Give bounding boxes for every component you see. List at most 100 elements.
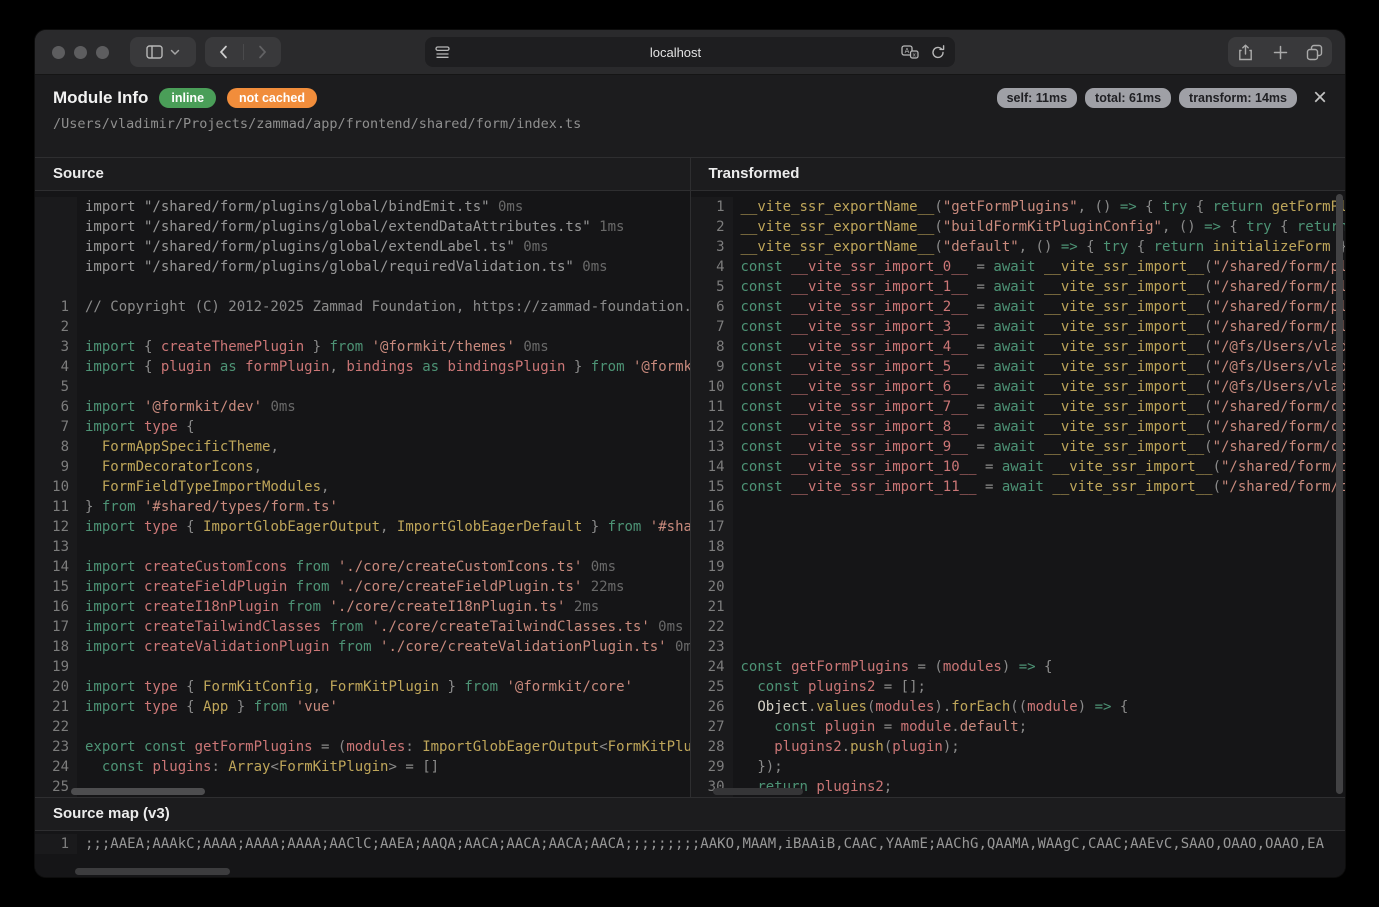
line-number: 25: [35, 777, 77, 797]
sourcemap-horizontal-scrollbar[interactable]: [75, 868, 230, 875]
line-number: 4: [35, 357, 77, 377]
line-number: 17: [691, 517, 733, 537]
chevron-down-icon: [170, 49, 180, 56]
window-controls: [52, 46, 109, 59]
code-line: 25 const plugins2 = [];: [691, 677, 1346, 697]
code-line: 18import createValidationPlugin from './…: [35, 637, 690, 657]
sidebar-icon: [146, 45, 163, 59]
code-line: 19: [35, 657, 690, 677]
translate-icon[interactable]: A x: [901, 45, 919, 59]
code-line: 17import createTailwindClasses from './c…: [35, 617, 690, 637]
line-number: 29: [691, 757, 733, 777]
address-bar[interactable]: localhost A x: [425, 37, 955, 67]
code-line: 5const __vite_ssr_import_1__ = await __v…: [691, 277, 1346, 297]
reload-icon[interactable]: [931, 45, 945, 60]
reader-icon[interactable]: [435, 46, 450, 59]
sourcemap-section: Source map (v3) 1 ;;;AAEA;AAAkC;AAAA;AAA…: [35, 797, 1345, 877]
code-line: 18: [691, 537, 1346, 557]
code-line: 1 ;;;AAEA;AAAkC;AAAA;AAAA;AAAA;AAClC;AAE…: [35, 834, 1345, 854]
code-line: 21: [691, 597, 1346, 617]
code-line: 20import type { FormKitConfig, FormKitPl…: [35, 677, 690, 697]
back-icon: [219, 45, 228, 59]
code-line: 4const __vite_ssr_import_0__ = await __v…: [691, 257, 1346, 277]
show-tabs-button[interactable]: [1297, 37, 1332, 67]
code-line: 11const __vite_ssr_import_7__ = await __…: [691, 397, 1346, 417]
transformed-horizontal-scrollbar[interactable]: [713, 788, 803, 795]
code-line: 16: [691, 497, 1346, 517]
sourcemap-mappings: ;;;AAEA;AAAkC;AAAA;AAAA;AAAA;AAClC;AAEA;…: [77, 834, 1324, 854]
line-number: 10: [691, 377, 733, 397]
line-number: 23: [691, 637, 733, 657]
line-number: 14: [691, 457, 733, 477]
page-title: Module Info: [53, 88, 148, 108]
module-info-header: Module Info inlinenot cached self: 11mst…: [35, 75, 1345, 157]
line-number: 22: [35, 717, 77, 737]
source-code[interactable]: import "/shared/form/plugins/global/bind…: [35, 191, 690, 797]
line-number: 11: [691, 397, 733, 417]
timing-badge: transform: 14ms: [1179, 88, 1297, 108]
code-line: 2: [35, 317, 690, 337]
url-text[interactable]: localhost: [450, 45, 901, 60]
sidebar-toggle-button[interactable]: [130, 37, 196, 67]
traffic-light-zoom[interactable]: [96, 46, 109, 59]
sourcemap-code[interactable]: 1 ;;;AAEA;AAAkC;AAAA;AAAA;AAAA;AAClC;AAE…: [35, 831, 1345, 877]
code-line: 7const __vite_ssr_import_3__ = await __v…: [691, 317, 1346, 337]
line-number: 19: [35, 657, 77, 677]
back-button[interactable]: [205, 37, 243, 67]
code-line: 21import type { App } from 'vue': [35, 697, 690, 717]
transformed-code[interactable]: 1__vite_ssr_exportName__("getFormPlugins…: [691, 191, 1346, 797]
toolbar-right-buttons: [1228, 37, 1332, 67]
code-line: 3__vite_ssr_exportName__("default", () =…: [691, 237, 1346, 257]
line-number: 10: [35, 477, 77, 497]
close-icon[interactable]: ×: [1313, 88, 1327, 108]
code-line: 29 });: [691, 757, 1346, 777]
line-number: 16: [691, 497, 733, 517]
line-number: 1: [35, 834, 77, 854]
badge-inline: inline: [159, 88, 216, 108]
code-line: 9 FormDecoratorIcons,: [35, 457, 690, 477]
line-number: 7: [35, 417, 77, 437]
line-number: 6: [35, 397, 77, 417]
line-number: 28: [691, 737, 733, 757]
line-number: 5: [691, 277, 733, 297]
line-number: 20: [691, 577, 733, 597]
source-horizontal-scrollbar[interactable]: [71, 788, 205, 795]
transformed-panel: Transformed 1__vite_ssr_exportName__("ge…: [690, 158, 1346, 797]
transformed-panel-title: Transformed: [691, 158, 1346, 191]
code-line: import "/shared/form/plugins/global/requ…: [35, 257, 690, 277]
line-number: 12: [691, 417, 733, 437]
new-tab-button[interactable]: [1263, 37, 1298, 67]
line-number: 21: [35, 697, 77, 717]
code-line: 5: [35, 377, 690, 397]
line-number: 5: [35, 377, 77, 397]
line-number: 6: [691, 297, 733, 317]
line-number: 7: [691, 317, 733, 337]
code-line: 4import { plugin as formPlugin, bindings…: [35, 357, 690, 377]
code-line: 17: [691, 517, 1346, 537]
code-line: 19: [691, 557, 1346, 577]
line-number: 12: [35, 517, 77, 537]
module-path: /Users/vladimir/Projects/zammad/app/fron…: [53, 116, 1327, 132]
line-number: 25: [691, 677, 733, 697]
code-line: 13: [35, 537, 690, 557]
code-line: 10const __vite_ssr_import_6__ = await __…: [691, 377, 1346, 397]
code-line: 1__vite_ssr_exportName__("getFormPlugins…: [691, 197, 1346, 217]
share-button[interactable]: [1228, 37, 1263, 67]
code-line: 13const __vite_ssr_import_9__ = await __…: [691, 437, 1346, 457]
line-number: 23: [35, 737, 77, 757]
code-line: [35, 277, 690, 297]
traffic-light-close[interactable]: [52, 46, 65, 59]
traffic-light-minimize[interactable]: [74, 46, 87, 59]
forward-button[interactable]: [244, 37, 282, 67]
line-number: 13: [35, 537, 77, 557]
navigation-buttons: [205, 37, 281, 67]
browser-toolbar: localhost A x: [35, 30, 1345, 75]
code-line: 26 Object.values(modules).forEach((modul…: [691, 697, 1346, 717]
timing-badge: self: 11ms: [997, 88, 1077, 108]
code-line: 14import createCustomIcons from './core/…: [35, 557, 690, 577]
code-line: 22: [691, 617, 1346, 637]
transformed-vertical-scrollbar[interactable]: [1336, 194, 1343, 794]
line-number: 17: [35, 617, 77, 637]
code-line: 14const __vite_ssr_import_10__ = await _…: [691, 457, 1346, 477]
code-line: 10 FormFieldTypeImportModules,: [35, 477, 690, 497]
